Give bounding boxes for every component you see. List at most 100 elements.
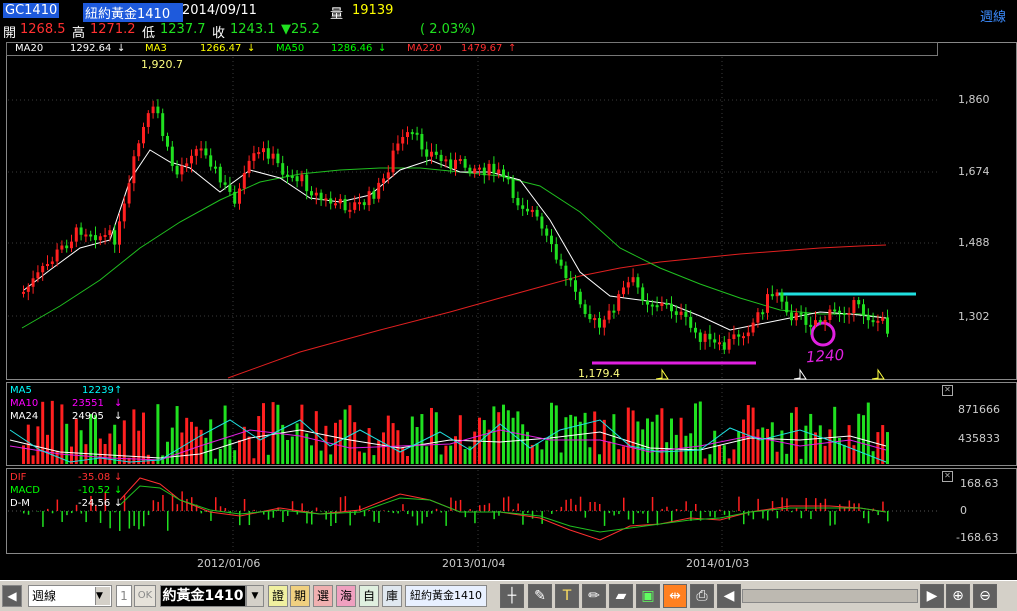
candle-body	[137, 143, 140, 156]
candle-body	[195, 149, 198, 156]
product-label: 紐約黃金1410	[405, 585, 487, 607]
candle-body	[555, 244, 558, 260]
close-volume-panel-icon[interactable]: ✕	[942, 385, 953, 396]
candle-body	[464, 159, 467, 168]
candle-body	[579, 292, 582, 305]
candle-body	[224, 182, 227, 184]
market-button-futures[interactable]: 期	[290, 585, 310, 607]
pencil-icon[interactable]: ✏	[582, 584, 606, 608]
market-button-library[interactable]: 庫	[382, 585, 402, 607]
frame-icon[interactable]: ▣	[636, 584, 660, 608]
macd-value: -10.52	[78, 485, 110, 496]
candle-body	[75, 227, 78, 241]
candle-body	[449, 159, 452, 169]
candle-body	[320, 193, 323, 200]
candle-body	[497, 169, 500, 173]
chart-scrollbar[interactable]	[742, 589, 918, 603]
period-select[interactable]: 週線 ▼	[28, 585, 112, 607]
market-button-options[interactable]: 選	[313, 585, 333, 607]
symbol-input[interactable]: 約黃金1410	[160, 585, 246, 607]
candle-body	[526, 209, 529, 212]
candle-body	[401, 137, 404, 143]
eraser-icon[interactable]: ▰	[609, 584, 633, 608]
chevron-down-icon[interactable]: ▼	[95, 587, 110, 605]
candle-body	[344, 199, 347, 210]
candle-body	[713, 339, 716, 342]
candle-body	[612, 311, 615, 313]
fit-icon[interactable]: ⇹	[663, 584, 687, 608]
candle-body	[593, 318, 596, 320]
candle-body	[368, 191, 371, 205]
candle-body	[152, 107, 155, 114]
candle-body	[243, 173, 246, 188]
candle-body	[267, 148, 270, 158]
candle-body	[588, 314, 591, 319]
candle-body	[444, 159, 447, 161]
candle-body	[440, 155, 443, 161]
candle-body	[291, 176, 294, 178]
vol-ma24-value: 24905	[72, 411, 104, 422]
left-arrow-icon[interactable]: ◀	[2, 585, 22, 607]
candle-body	[104, 235, 107, 237]
candle-body	[560, 260, 563, 266]
candle-body	[257, 152, 260, 154]
macd-panel[interactable]	[6, 468, 1017, 554]
zoom-out-icon[interactable]: ⊖	[973, 584, 997, 608]
signal-triangle	[872, 370, 884, 379]
ma50-line	[22, 168, 886, 328]
candle-body	[94, 235, 97, 240]
candle-body	[684, 312, 687, 317]
candle-body	[425, 149, 428, 156]
candle-body	[32, 278, 35, 286]
candle-body	[454, 160, 457, 169]
candle-body	[478, 168, 481, 170]
candle-body	[113, 230, 116, 244]
count-input[interactable]: 1	[116, 585, 132, 607]
wrench-icon[interactable]: ✎	[528, 584, 552, 608]
candle-body	[161, 113, 164, 136]
candle-body	[406, 132, 409, 137]
candle-body	[468, 168, 471, 174]
print-icon[interactable]: ⎙	[690, 584, 714, 608]
candle-body	[598, 318, 601, 328]
vol-ma10-arrow: ↓	[114, 398, 122, 409]
symbol-dropdown-icon[interactable]: ▼	[246, 585, 264, 607]
candle-body	[540, 217, 543, 229]
candle-body	[209, 155, 212, 166]
candle-body	[838, 311, 841, 313]
candle-body	[363, 202, 366, 205]
candle-body	[550, 236, 553, 244]
candle-body	[867, 316, 870, 320]
volume-panel[interactable]	[6, 382, 1017, 466]
candle-body	[233, 192, 236, 204]
market-button-stock[interactable]: 證	[268, 585, 288, 607]
vol-ma24-arrow: ↓	[114, 411, 122, 422]
market-button-custom[interactable]: 自	[359, 585, 379, 607]
crosshair-icon[interactable]: ┼	[500, 584, 524, 608]
candle-body	[252, 153, 255, 161]
candle-body	[108, 230, 111, 235]
candle-body	[281, 163, 284, 175]
candle-body	[276, 154, 279, 163]
close-macd-panel-icon[interactable]: ✕	[942, 471, 953, 482]
candle-body	[430, 152, 433, 157]
candle-body	[56, 250, 59, 262]
candle-body	[665, 303, 668, 305]
candle-body	[790, 312, 793, 320]
candle-body	[147, 113, 150, 127]
market-button-overseas[interactable]: 海	[336, 585, 356, 607]
candle-body	[27, 287, 30, 292]
candle-body	[180, 166, 183, 174]
candle-body	[819, 320, 822, 322]
candle-body	[315, 193, 318, 196]
candle-body	[603, 320, 606, 328]
scroll-left-icon[interactable]: ◀	[717, 584, 741, 608]
candle-body	[531, 210, 534, 212]
ok-button[interactable]: OK	[134, 585, 156, 607]
candle-body	[339, 199, 342, 203]
candle-body	[656, 305, 659, 307]
zoom-in-icon[interactable]: ⊕	[946, 584, 970, 608]
text-icon[interactable]: T	[555, 584, 579, 608]
scroll-right-icon[interactable]: ▶	[920, 584, 944, 608]
candle-body	[747, 333, 750, 337]
